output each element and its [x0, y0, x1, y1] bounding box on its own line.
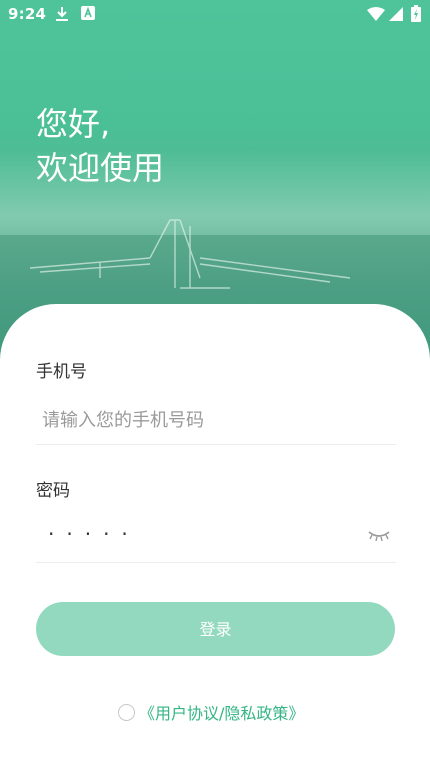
download-icon [56, 7, 68, 21]
battery-charging-icon [411, 5, 421, 22]
status-time: 9:24 [8, 5, 47, 23]
greeting-line-2: 欢迎使用 [36, 149, 165, 187]
password-label: 密码 [36, 481, 70, 501]
password-masked-value: ····· [48, 522, 140, 546]
agreement-checkbox[interactable] [118, 703, 135, 721]
greeting: 您好, 欢迎使用 [36, 102, 164, 190]
eye-closed-icon[interactable] [368, 528, 390, 542]
agreement-link[interactable]: 《用户协议/隐私政策》 [139, 700, 304, 724]
agreement-row: 《用户协议/隐私政策》 [118, 700, 304, 724]
password-field[interactable]: ····· [36, 510, 396, 563]
crane-silhouette [30, 219, 351, 289]
greeting-line-1: 您好, [36, 105, 111, 143]
phone-placeholder: 请输入您的手机号码 [42, 410, 204, 431]
signal-icon [389, 7, 403, 21]
phone-field[interactable]: 请输入您的手机号码 [36, 392, 396, 445]
phone-label: 手机号 [36, 362, 87, 382]
login-screen: 9:24 您好, 欢迎使用 手机号 请输入您的手机号码 密码 ····· 登录 … [0, 0, 430, 766]
login-button[interactable]: 登录 [36, 602, 395, 656]
a-icon [81, 6, 95, 20]
wifi-icon [367, 7, 385, 21]
status-bar: 9:24 [0, 0, 430, 30]
